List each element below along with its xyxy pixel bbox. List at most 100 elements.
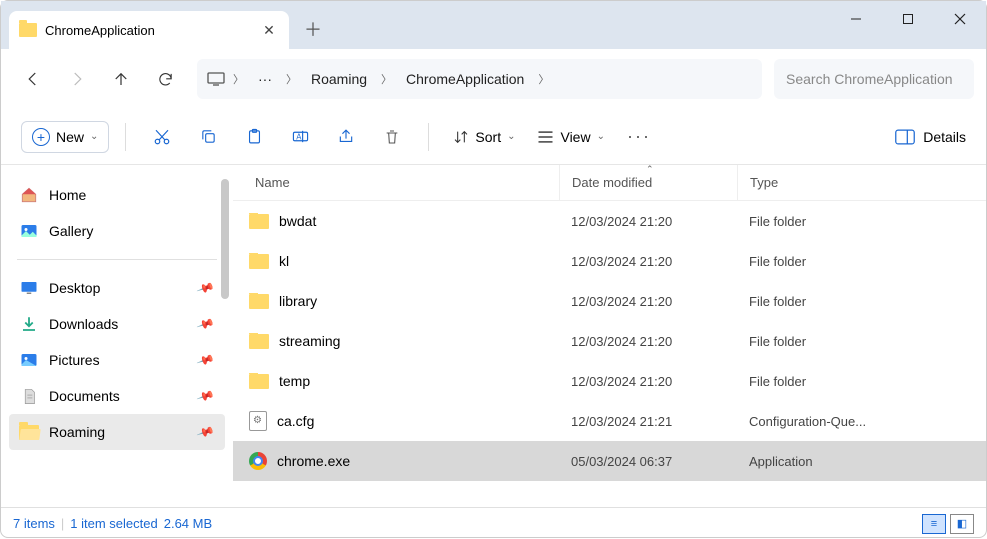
rename-button[interactable]: A xyxy=(280,117,320,157)
maximize-button[interactable] xyxy=(882,1,934,37)
file-date-cell: 12/03/2024 21:20 xyxy=(559,214,737,229)
separator xyxy=(428,123,429,151)
minimize-button[interactable] xyxy=(830,1,882,37)
pin-icon: 📌 xyxy=(196,422,215,441)
file-type-cell: Application xyxy=(737,454,986,469)
main-area: Home Gallery Desktop 📌 Downloads 📌 Pictu… xyxy=(1,165,986,507)
view-icon xyxy=(537,130,554,144)
file-row[interactable]: ca.cfg12/03/2024 21:21Configuration-Que.… xyxy=(233,401,986,441)
breadcrumb-roaming[interactable]: Roaming xyxy=(305,67,373,91)
column-name[interactable]: Name xyxy=(233,175,559,190)
file-name: library xyxy=(279,293,317,309)
new-label: New xyxy=(56,129,84,145)
status-item-count: 7 items xyxy=(13,516,55,531)
file-name: streaming xyxy=(279,333,340,349)
pin-icon: 📌 xyxy=(196,278,215,297)
file-row[interactable]: chrome.exe05/03/2024 06:37Application xyxy=(233,441,986,481)
file-name-cell: streaming xyxy=(233,333,559,349)
file-type-cell: File folder xyxy=(737,254,986,269)
tab-title: ChromeApplication xyxy=(45,23,253,38)
window-controls xyxy=(830,1,986,49)
view-details-button[interactable]: ≡ xyxy=(922,514,946,534)
sidebar-item-home[interactable]: Home xyxy=(9,177,225,213)
close-tab-icon[interactable]: ✕ xyxy=(261,22,277,38)
file-list: bwdat12/03/2024 21:20File folderkl12/03/… xyxy=(233,201,986,507)
details-label: Details xyxy=(923,129,966,145)
view-tiles-button[interactable]: ◧ xyxy=(950,514,974,534)
sidebar-label: Gallery xyxy=(49,223,93,239)
chevron-right-icon[interactable]: 〉 xyxy=(379,71,394,87)
tab-current[interactable]: ChromeApplication ✕ xyxy=(9,11,289,49)
status-size: 2.64 MB xyxy=(164,516,212,531)
config-file-icon xyxy=(249,411,267,431)
pin-icon: 📌 xyxy=(196,314,215,333)
details-button[interactable]: Details xyxy=(895,129,966,145)
refresh-button[interactable] xyxy=(145,59,185,99)
file-row[interactable]: streaming12/03/2024 21:20File folder xyxy=(233,321,986,361)
file-name: chrome.exe xyxy=(277,453,350,469)
chevron-down-icon: ⌄ xyxy=(597,131,605,142)
file-row[interactable]: kl 12/03/2024 21:20File folder xyxy=(233,241,986,281)
new-button[interactable]: + New ⌄ xyxy=(21,121,109,153)
back-button[interactable] xyxy=(13,59,53,99)
plus-circle-icon: + xyxy=(32,128,50,146)
file-name: kl xyxy=(279,253,289,269)
sidebar: Home Gallery Desktop 📌 Downloads 📌 Pictu… xyxy=(1,165,233,507)
file-name-cell: ca.cfg xyxy=(233,411,559,431)
view-button[interactable]: View ⌄ xyxy=(529,123,612,151)
forward-button[interactable] xyxy=(57,59,97,99)
sort-button[interactable]: Sort ⌄ xyxy=(445,123,523,151)
share-button[interactable] xyxy=(326,117,366,157)
sidebar-label: Home xyxy=(49,187,86,203)
file-name: temp xyxy=(279,373,310,389)
separator: | xyxy=(61,516,64,531)
sidebar-item-downloads[interactable]: Downloads 📌 xyxy=(9,306,225,342)
address-bar[interactable]: 〉 ··· 〉 Roaming 〉 ChromeApplication 〉 xyxy=(197,59,762,99)
cut-button[interactable] xyxy=(142,117,182,157)
column-headers: ⌃ Name Date modified Type xyxy=(233,165,986,201)
chevron-right-icon[interactable]: 〉 xyxy=(231,71,246,87)
file-name: bwdat xyxy=(279,213,316,229)
downloads-icon xyxy=(19,314,39,334)
file-date-cell: 12/03/2024 21:20 xyxy=(559,294,737,309)
file-name-cell: kl xyxy=(233,253,559,269)
file-date-cell: 12/03/2024 21:20 xyxy=(559,254,737,269)
paste-button[interactable] xyxy=(234,117,274,157)
chevron-right-icon[interactable]: 〉 xyxy=(536,71,551,87)
sidebar-item-pictures[interactable]: Pictures 📌 xyxy=(9,342,225,378)
more-button[interactable]: ··· xyxy=(619,117,659,157)
sidebar-item-gallery[interactable]: Gallery xyxy=(9,213,225,249)
breadcrumb-chromeapplication[interactable]: ChromeApplication xyxy=(400,67,530,91)
file-row[interactable]: temp 12/03/2024 21:20File folder xyxy=(233,361,986,401)
status-selection: 1 item selected xyxy=(70,516,157,531)
new-tab-button[interactable]: ＋ xyxy=(295,11,331,47)
file-type-cell: File folder xyxy=(737,294,986,309)
nav-row: 〉 ··· 〉 Roaming 〉 ChromeApplication 〉 Se… xyxy=(1,49,986,109)
column-type[interactable]: Type xyxy=(737,165,986,200)
close-window-button[interactable] xyxy=(934,1,986,37)
pin-icon: 📌 xyxy=(196,350,215,369)
gallery-icon xyxy=(19,221,39,241)
up-button[interactable] xyxy=(101,59,141,99)
chevron-right-icon[interactable]: 〉 xyxy=(284,71,299,87)
sidebar-label: Desktop xyxy=(49,280,100,296)
sidebar-item-documents[interactable]: Documents 📌 xyxy=(9,378,225,414)
sidebar-item-roaming[interactable]: Roaming 📌 xyxy=(9,414,225,450)
sort-indicator-icon: ⌃ xyxy=(646,164,654,175)
sidebar-item-desktop[interactable]: Desktop 📌 xyxy=(9,270,225,306)
home-icon xyxy=(19,185,39,205)
file-date-cell: 12/03/2024 21:20 xyxy=(559,334,737,349)
sidebar-label: Downloads xyxy=(49,316,118,332)
copy-button[interactable] xyxy=(188,117,228,157)
status-bar: 7 items | 1 item selected 2.64 MB ≡ ◧ xyxy=(1,507,986,539)
breadcrumb-ellipsis[interactable]: ··· xyxy=(252,67,278,91)
file-type-cell: Configuration-Que... xyxy=(737,414,986,429)
delete-button[interactable] xyxy=(372,117,412,157)
file-date-cell: 12/03/2024 21:20 xyxy=(559,374,737,389)
file-row[interactable]: bwdat12/03/2024 21:20File folder xyxy=(233,201,986,241)
file-type-cell: File folder xyxy=(737,374,986,389)
folder-icon xyxy=(249,294,269,309)
file-row[interactable]: library 12/03/2024 21:20File folder xyxy=(233,281,986,321)
search-input[interactable]: Search ChromeApplication xyxy=(774,59,974,99)
pin-icon: 📌 xyxy=(196,386,215,405)
